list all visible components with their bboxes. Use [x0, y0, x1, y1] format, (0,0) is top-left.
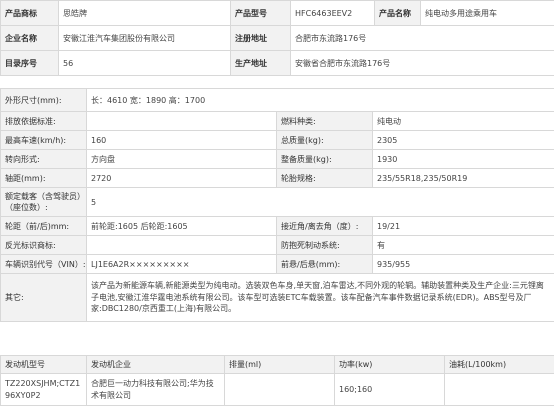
curb-weight-label: 整备质量(kg): [276, 149, 373, 169]
other-label: 其它: [0, 273, 87, 322]
product-name-label: 产品名称 [374, 0, 421, 26]
overhang-label: 前悬/后悬(mm): [276, 254, 373, 274]
power-header: 功率(kw) [334, 355, 445, 374]
brand-label: 产品商标 [0, 0, 59, 26]
product-info-row-2: 企业名称 安徽江淮汽车集团股份有限公司 注册地址 合肥市东流路176号 [0, 25, 554, 51]
abs-label: 防抱死制动系统: [276, 235, 373, 255]
vin-label: 车辆识别代号（VIN）: [0, 254, 87, 274]
spec-row-dims: 外形尺寸(mm): 长：4610 宽：1890 高：1700 [0, 88, 554, 112]
fuel-consumption-value [444, 373, 554, 406]
product-info-row-3: 目录序号 56 生产地址 安徽省合肥市东流路176号 [0, 50, 554, 76]
emission-label: 排放依据标准: [0, 111, 87, 131]
displacement-value [224, 373, 335, 406]
fuel-type-value: 纯电动 [371, 111, 554, 131]
reg-address-value: 合肥市东流路176号 [290, 25, 554, 51]
prod-address-label: 生产地址 [230, 50, 291, 76]
approach-angle-value: 19/21 [371, 216, 554, 236]
max-speed-value: 160 [86, 130, 277, 150]
vin-value: LJ1E6A2R××××××××× [86, 254, 277, 274]
curb-weight-value: 1930 [371, 149, 554, 169]
seats-value: 5 [85, 187, 554, 217]
displacement-header: 排量(ml) [224, 355, 335, 374]
specs-table: 外形尺寸(mm): 长：4610 宽：1890 高：1700 排放依据标准: 燃… [0, 88, 554, 322]
emission-value [86, 111, 277, 131]
reg-address-label: 注册地址 [230, 25, 291, 51]
motor-company-header: 发动机企业 [86, 355, 225, 374]
wheelbase-label: 轴距(mm): [0, 168, 87, 188]
reflective-label: 反光标识商标: [0, 235, 87, 255]
gross-mass-value: 2305 [371, 130, 554, 150]
dims-value: 长：4610 宽：1890 高：1700 [85, 88, 554, 112]
fuel-consumption-header: 油耗(L/100km) [444, 355, 554, 374]
product-name-value: 纯电动多用途乘用车 [420, 0, 554, 26]
model-value: HFC6463EEV2 [290, 0, 375, 26]
spec-row-emission: 排放依据标准: 燃料种类: 纯电动 [0, 111, 554, 131]
seats-label: 额定载客（含驾驶员）（座位数）: [0, 187, 87, 217]
motor-table: 发动机型号 发动机企业 排量(ml) 功率(kw) 油耗(L/100km) TZ… [0, 355, 554, 406]
company-label: 企业名称 [0, 25, 59, 51]
tire-spec-value: 235/55R18,235/50R19 [371, 168, 554, 188]
product-info-row-1: 产品商标 思皓牌 产品型号 HFC6463EEV2 产品名称 纯电动多用途乘用车 [0, 0, 554, 26]
spec-row-seats: 额定载客（含驾驶员）（座位数）: 5 [0, 187, 554, 217]
track-label: 轮距（前/后)mm: [0, 216, 87, 236]
spec-row-wheelbase: 轴距(mm): 2720 轮胎规格: 235/55R18,235/50R19 [0, 168, 554, 188]
tire-spec-label: 轮胎规格: [276, 168, 373, 188]
spec-row-speed: 最高车速(km/h): 160 总质量(kg): 2305 [0, 130, 554, 150]
approach-angle-label: 接近角/离去角（度）: [276, 216, 373, 236]
spec-row-vin: 车辆识别代号（VIN）: LJ1E6A2R××××××××× 前悬/后悬(mm)… [0, 254, 554, 274]
other-value: 该产品为新能源车辆,新能源类型为纯电动。选装双色车身,单天窗,泊车雷达,不同外观… [85, 273, 554, 322]
brand-value: 思皓牌 [58, 0, 231, 26]
motor-data-row: TZ220XSJHM;CTZ196XY0P2 合肥巨一动力科技有限公司;华为技术… [0, 373, 554, 406]
motor-model-header: 发动机型号 [0, 355, 87, 374]
product-info-table: 产品商标 思皓牌 产品型号 HFC6463EEV2 产品名称 纯电动多用途乘用车… [0, 0, 554, 76]
track-value: 前轮距:1605 后轮距:1605 [86, 216, 277, 236]
company-value: 安徽江淮汽车集团股份有限公司 [58, 25, 231, 51]
motor-header-row: 发动机型号 发动机企业 排量(ml) 功率(kw) 油耗(L/100km) [0, 355, 554, 374]
catalog-no-label: 目录序号 [0, 50, 59, 76]
wheelbase-value: 2720 [86, 168, 277, 188]
model-label: 产品型号 [230, 0, 291, 26]
spec-row-other: 其它: 该产品为新能源车辆,新能源类型为纯电动。选装双色车身,单天窗,泊车雷达,… [0, 273, 554, 322]
prod-address-value: 安徽省合肥市东流路176号 [290, 50, 554, 76]
steering-label: 转向形式: [0, 149, 87, 169]
fuel-type-label: 燃料种类: [276, 111, 373, 131]
overhang-value: 935/955 [371, 254, 554, 274]
abs-value: 有 [371, 235, 554, 255]
catalog-no-value: 56 [58, 50, 231, 76]
motor-model-value: TZ220XSJHM;CTZ196XY0P2 [0, 373, 87, 406]
spec-row-track: 轮距（前/后)mm: 前轮距:1605 后轮距:1605 接近角/离去角（度）:… [0, 216, 554, 236]
gross-mass-label: 总质量(kg): [276, 130, 373, 150]
max-speed-label: 最高车速(km/h): [0, 130, 87, 150]
reflective-value [86, 235, 277, 255]
spec-row-reflective: 反光标识商标: 防抱死制动系统: 有 [0, 235, 554, 255]
dims-label: 外形尺寸(mm): [0, 88, 87, 112]
power-value: 160;160 [334, 373, 445, 406]
motor-company-value: 合肥巨一动力科技有限公司;华为技术有限公司 [86, 373, 225, 406]
spec-row-steering: 转向形式: 方向盘 整备质量(kg): 1930 [0, 149, 554, 169]
steering-value: 方向盘 [86, 149, 277, 169]
